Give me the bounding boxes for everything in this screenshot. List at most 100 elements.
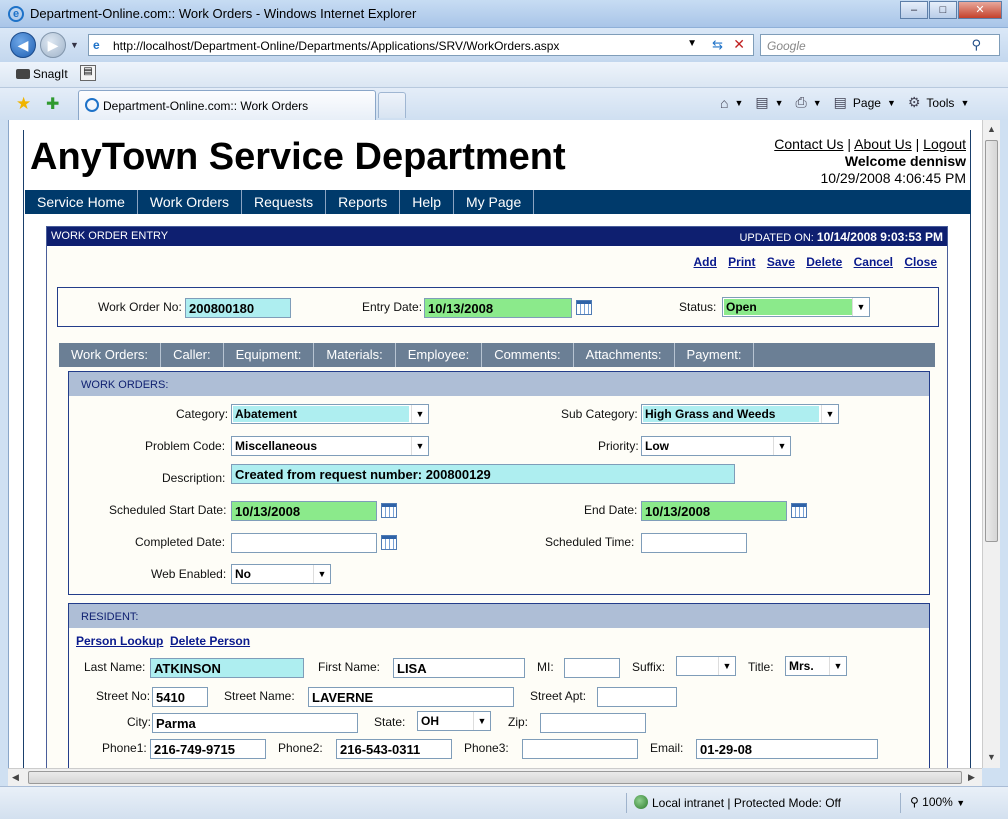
snagit-button[interactable]: SnagIt — [16, 67, 68, 81]
tab-attachments[interactable]: Attachments: — [574, 343, 675, 367]
completed-date-field[interactable] — [231, 533, 377, 553]
toolbar-extra-icon[interactable]: ▤ — [80, 65, 96, 81]
zoom-control[interactable]: ⚲ 100% ▼ — [910, 795, 965, 809]
sched-time-field[interactable] — [641, 533, 747, 553]
nav-requests[interactable]: Requests — [242, 190, 327, 214]
entry-title: WORK ORDER ENTRY — [51, 230, 169, 242]
sched-start-calendar-icon[interactable] — [381, 503, 397, 518]
home-dropdown-icon[interactable]: ▼ — [734, 98, 743, 108]
end-date-calendar-icon[interactable] — [791, 503, 807, 518]
new-tab-button[interactable] — [378, 92, 406, 118]
save-link[interactable]: Save — [767, 255, 795, 269]
forward-icon[interactable]: ▶ — [40, 32, 66, 58]
add-link[interactable]: Add — [694, 255, 717, 269]
search-input[interactable]: Google ⚲ — [760, 34, 1000, 56]
completed-date-calendar-icon[interactable] — [381, 535, 397, 550]
page-dropdown-icon[interactable]: ▼ — [887, 98, 896, 108]
nav-help[interactable]: Help — [400, 190, 454, 214]
about-us-link[interactable]: About Us — [854, 136, 912, 152]
priority-select[interactable]: Low ▼ — [641, 436, 791, 456]
close-link[interactable]: Close — [904, 255, 937, 269]
add-favorite-icon[interactable]: ✚ — [46, 94, 59, 114]
minimize-button[interactable]: – — [900, 1, 928, 19]
print-icon[interactable]: ⎙ — [796, 94, 807, 111]
tab-comments[interactable]: Comments: — [482, 343, 574, 367]
page-menu[interactable]: Page — [853, 96, 881, 110]
tab-work-orders[interactable]: Department-Online.com:: Work Orders — [78, 90, 376, 120]
description-field[interactable]: Created from request number: 200800129 — [231, 464, 735, 484]
work-order-no-field[interactable]: 200800180 — [185, 298, 291, 318]
tab-payment[interactable]: Payment: — [675, 343, 755, 367]
zoom-dropdown-icon[interactable]: ▼ — [956, 798, 965, 808]
tab-employee[interactable]: Employee: — [396, 343, 483, 367]
sched-start-field[interactable]: 10/13/2008 — [231, 501, 377, 521]
city-field[interactable]: Parma — [152, 713, 358, 733]
cancel-link[interactable]: Cancel — [854, 255, 893, 269]
scroll-down-icon[interactable]: ▼ — [987, 752, 996, 762]
print-link[interactable]: Print — [728, 255, 755, 269]
nav-my-page[interactable]: My Page — [454, 190, 535, 214]
back-icon[interactable]: ◀ — [10, 32, 36, 58]
delete-person-link[interactable]: Delete Person — [170, 634, 250, 648]
street-apt-field[interactable] — [597, 687, 677, 707]
address-url[interactable]: http://localhost/Department-Online/Depar… — [113, 39, 559, 53]
maximize-button[interactable]: □ — [929, 1, 957, 19]
refresh-icon[interactable]: ⇆ — [712, 37, 723, 53]
horizontal-scrollbar[interactable]: ◀ ▶ — [8, 768, 982, 786]
feeds-icon[interactable]: ▤ — [755, 94, 768, 111]
zip-field[interactable] — [540, 713, 646, 733]
close-window-button[interactable]: ✕ — [958, 1, 1002, 19]
horizontal-scroll-thumb[interactable] — [28, 771, 962, 784]
mi-field[interactable] — [564, 658, 620, 678]
scroll-up-icon[interactable]: ▲ — [987, 124, 996, 134]
end-date-field[interactable]: 10/13/2008 — [641, 501, 787, 521]
status-select[interactable]: Open ▼ — [722, 297, 870, 317]
address-dropdown-icon[interactable]: ▼ — [687, 38, 697, 49]
scroll-left-icon[interactable]: ◀ — [12, 772, 19, 783]
security-zone[interactable]: Local intranet | Protected Mode: Off — [634, 795, 841, 810]
phone1-field[interactable]: 216-749-9715 — [150, 739, 266, 759]
delete-link[interactable]: Delete — [806, 255, 842, 269]
print-dropdown-icon[interactable]: ▼ — [813, 98, 822, 108]
favorites-star-icon[interactable]: ★ — [16, 94, 31, 114]
tab-work-orders-section[interactable]: Work Orders: — [59, 343, 162, 367]
web-enabled-select[interactable]: No ▼ — [231, 564, 331, 584]
title-select[interactable]: Mrs. ▼ — [785, 656, 847, 676]
problem-code-select[interactable]: Miscellaneous ▼ — [231, 436, 429, 456]
street-no-field[interactable]: 5410 — [152, 687, 208, 707]
phone2-field[interactable]: 216-543-0311 — [336, 739, 452, 759]
stop-icon[interactable]: ✕ — [733, 36, 745, 53]
entry-date-calendar-icon[interactable] — [576, 300, 592, 315]
phone3-field[interactable] — [522, 739, 638, 759]
contact-us-link[interactable]: Contact Us — [774, 136, 843, 152]
person-lookup-link[interactable]: Person Lookup — [76, 634, 163, 648]
tools-dropdown-icon[interactable]: ▼ — [960, 98, 969, 108]
search-icon[interactable]: ⚲ — [971, 37, 981, 53]
first-name-field[interactable]: LISA — [393, 658, 525, 678]
sub-category-select[interactable]: High Grass and Weeds ▼ — [641, 404, 839, 424]
priority-label: Priority: — [598, 439, 639, 453]
nav-reports[interactable]: Reports — [326, 190, 401, 214]
vertical-scrollbar[interactable]: ▲ ▼ — [982, 120, 1000, 768]
tab-caller[interactable]: Caller: — [161, 343, 224, 367]
feeds-dropdown-icon[interactable]: ▼ — [775, 98, 784, 108]
state-select[interactable]: OH ▼ — [417, 711, 491, 731]
suffix-select[interactable]: ▼ — [676, 656, 736, 676]
history-dropdown-icon[interactable]: ▼ — [70, 40, 79, 50]
nav-service-home[interactable]: Service Home — [25, 190, 138, 214]
tab-materials[interactable]: Materials: — [314, 343, 396, 367]
tools-menu[interactable]: Tools — [926, 96, 954, 110]
home-icon[interactable]: ⌂ — [720, 95, 728, 111]
logout-link[interactable]: Logout — [923, 136, 966, 152]
address-bar[interactable]: e http://localhost/Department-Online/Dep… — [88, 34, 754, 56]
entry-date-field[interactable]: 10/13/2008 — [424, 298, 572, 318]
street-name-field[interactable]: LAVERNE — [308, 687, 514, 707]
vertical-scroll-thumb[interactable] — [985, 140, 998, 542]
scroll-right-icon[interactable]: ▶ — [968, 772, 975, 783]
main-nav: Service Home Work Orders Requests Report… — [25, 190, 971, 214]
tab-equipment[interactable]: Equipment: — [224, 343, 315, 367]
last-name-field[interactable]: ATKINSON — [150, 658, 304, 678]
email-field[interactable]: 01-29-08 — [696, 739, 878, 759]
nav-work-orders[interactable]: Work Orders — [138, 190, 243, 214]
category-select[interactable]: Abatement ▼ — [231, 404, 429, 424]
